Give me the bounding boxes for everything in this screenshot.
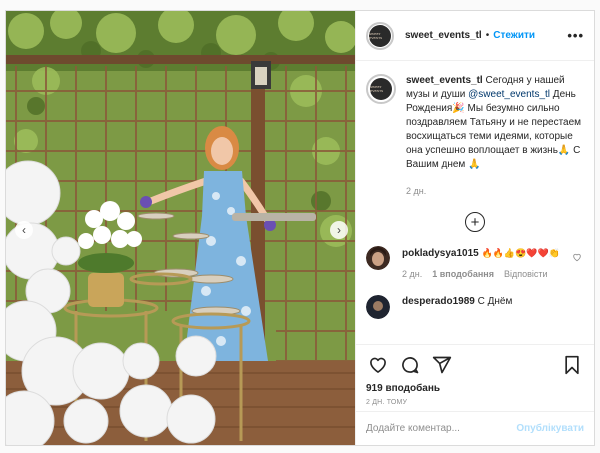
- caption-username[interactable]: sweet_events_tl: [406, 75, 483, 86]
- avatar-photo: [366, 246, 390, 270]
- more-options-icon[interactable]: •••: [567, 28, 584, 43]
- comment-avatar[interactable]: [366, 295, 390, 319]
- plus-circle-icon: +: [470, 213, 480, 231]
- reply-button[interactable]: Відповісти: [504, 267, 548, 281]
- comment-heart-icon[interactable]: [572, 252, 582, 265]
- previous-photo-button[interactable]: ‹: [15, 221, 33, 239]
- comment-text: С Днём: [477, 296, 513, 307]
- comment-username[interactable]: desperado1989: [402, 296, 475, 307]
- chevron-right-icon: ›: [337, 223, 341, 237]
- comments-section[interactable]: SWEET EVENTS sweet_events_tl Сегодня у н…: [356, 62, 594, 342]
- header-separator: •: [485, 30, 490, 41]
- post-actions: 919 вподобань 2 ДН. ТОМУ: [356, 344, 594, 406]
- post-caption: SWEET EVENTS sweet_events_tl Сегодня у н…: [366, 74, 584, 198]
- caption-text-end: День Рождения🎉 Мы безумно сильно поздрав…: [406, 89, 582, 170]
- caption-mention-link[interactable]: @sweet_events_tl: [468, 89, 550, 100]
- follow-button[interactable]: Стежити: [493, 30, 535, 41]
- post-header: SWEET EVENTS sweet_events_tl • Стежити •…: [356, 11, 594, 61]
- post-side-panel: SWEET EVENTS sweet_events_tl • Стежити •…: [355, 11, 594, 445]
- comment-time[interactable]: 2 дн.: [402, 267, 422, 281]
- post-timestamp[interactable]: 2 ДН. ТОМУ: [366, 399, 584, 406]
- share-icon[interactable]: [430, 353, 454, 377]
- bookmark-icon[interactable]: [560, 353, 584, 377]
- comment-username[interactable]: pokladysya1015: [402, 248, 479, 259]
- chevron-left-icon: ‹: [22, 223, 26, 237]
- comment-input[interactable]: [366, 423, 517, 434]
- avatar-logo-text: SWEET EVENTS: [370, 85, 384, 93]
- next-photo-button[interactable]: ›: [330, 221, 348, 239]
- comment-likes[interactable]: 1 вподобання: [432, 267, 494, 281]
- party-scene-image: [6, 11, 355, 445]
- header-username[interactable]: sweet_events_tl: [405, 30, 482, 41]
- list-item: pokladysya1015 🔥🔥👍😍❤️❤️👏 2 дн. 1 вподоба…: [366, 246, 584, 281]
- publish-button[interactable]: Опублікувати: [516, 423, 584, 434]
- avatar-logo-text: SWEET EVENTS: [369, 31, 383, 40]
- load-more-comments-button[interactable]: +: [465, 212, 485, 232]
- avatar-photo: [366, 295, 390, 319]
- instagram-post: ‹ › SWEET EVENTS sweet_events_tl • Стежи…: [5, 10, 595, 446]
- comment-avatar[interactable]: [366, 246, 390, 270]
- caption-avatar[interactable]: SWEET EVENTS: [366, 74, 396, 104]
- list-item: desperado1989 С Днём: [366, 295, 584, 319]
- comment-icon[interactable]: [398, 353, 422, 377]
- add-comment-bar: Опублікувати: [356, 411, 594, 445]
- post-photo[interactable]: ‹ ›: [6, 11, 355, 445]
- caption-time[interactable]: 2 дн.: [406, 184, 584, 198]
- comment-text: 🔥🔥👍😍❤️❤️👏: [481, 248, 560, 258]
- avatar[interactable]: SWEET EVENTS: [366, 21, 394, 50]
- heart-icon[interactable]: [366, 353, 390, 377]
- like-count[interactable]: 919 вподобань: [366, 383, 584, 394]
